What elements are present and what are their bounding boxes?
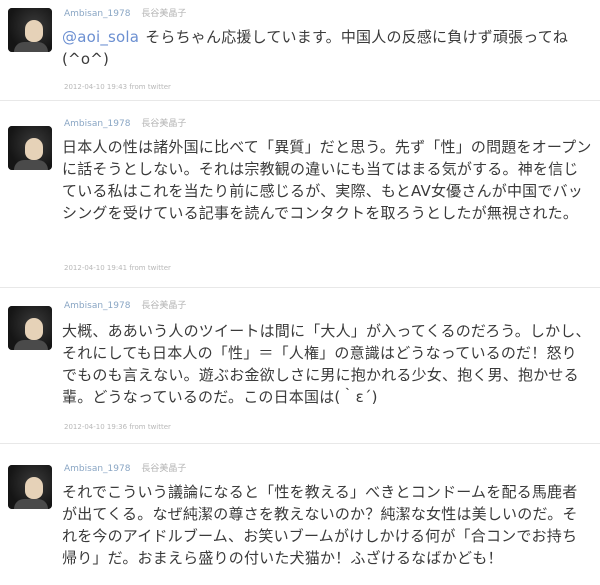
screen-name-link[interactable]: Ambisan_1978	[64, 119, 130, 129]
tweet-text: 大概、ああいう人のツイートは間に「大人」が入ってくるのだろう。しかし、それにして…	[62, 322, 591, 406]
full-name: 長谷美晶子	[141, 464, 187, 474]
avatar[interactable]	[8, 8, 52, 52]
screen-name-link[interactable]: Ambisan_1978	[64, 9, 130, 19]
tweet-text: @aoi_sola そらちゃん応援しています。中国人の反感に負けず頑張ってね(^o…	[62, 26, 592, 70]
avatar[interactable]	[8, 126, 52, 170]
tweet-timeline: Ambisan_1978 長谷美晶子 @aoi_sola そらちゃん応援しています…	[0, 0, 600, 585]
avatar[interactable]	[8, 306, 52, 350]
avatar[interactable]	[8, 465, 52, 509]
tweet-timestamp[interactable]: 2012-04-10 19:41 from twitter	[64, 264, 171, 272]
divider	[0, 287, 600, 288]
full-name: 長谷美晶子	[141, 119, 187, 129]
divider	[0, 443, 600, 444]
full-name: 長谷美晶子	[141, 9, 187, 19]
tweet-author: Ambisan_1978 長谷美晶子	[64, 6, 186, 22]
tweet-author: Ambisan_1978 長谷美晶子	[64, 461, 186, 477]
full-name: 長谷美晶子	[141, 301, 187, 311]
screen-name-link[interactable]: Ambisan_1978	[64, 301, 130, 311]
mention-link[interactable]: @aoi_sola	[62, 28, 139, 46]
tweet-author: Ambisan_1978 長谷美晶子	[64, 116, 186, 132]
tweet-timestamp[interactable]: 2012-04-10 19:43 from twitter	[64, 83, 171, 91]
tweet-text: 日本人の性は諸外国に比べて「異質」だと思う。先ず「性」の問題をオープンに話そうと…	[62, 138, 592, 222]
tweet-timestamp[interactable]: 2012-04-10 19:36 from twitter	[64, 423, 171, 431]
tweet-author: Ambisan_1978 長谷美晶子	[64, 298, 186, 314]
tweet-text: それでこういう議論になると「性を教える」べきとコンドームを配る馬鹿者が出てくる。…	[62, 483, 578, 567]
screen-name-link[interactable]: Ambisan_1978	[64, 464, 130, 474]
divider	[0, 100, 600, 101]
